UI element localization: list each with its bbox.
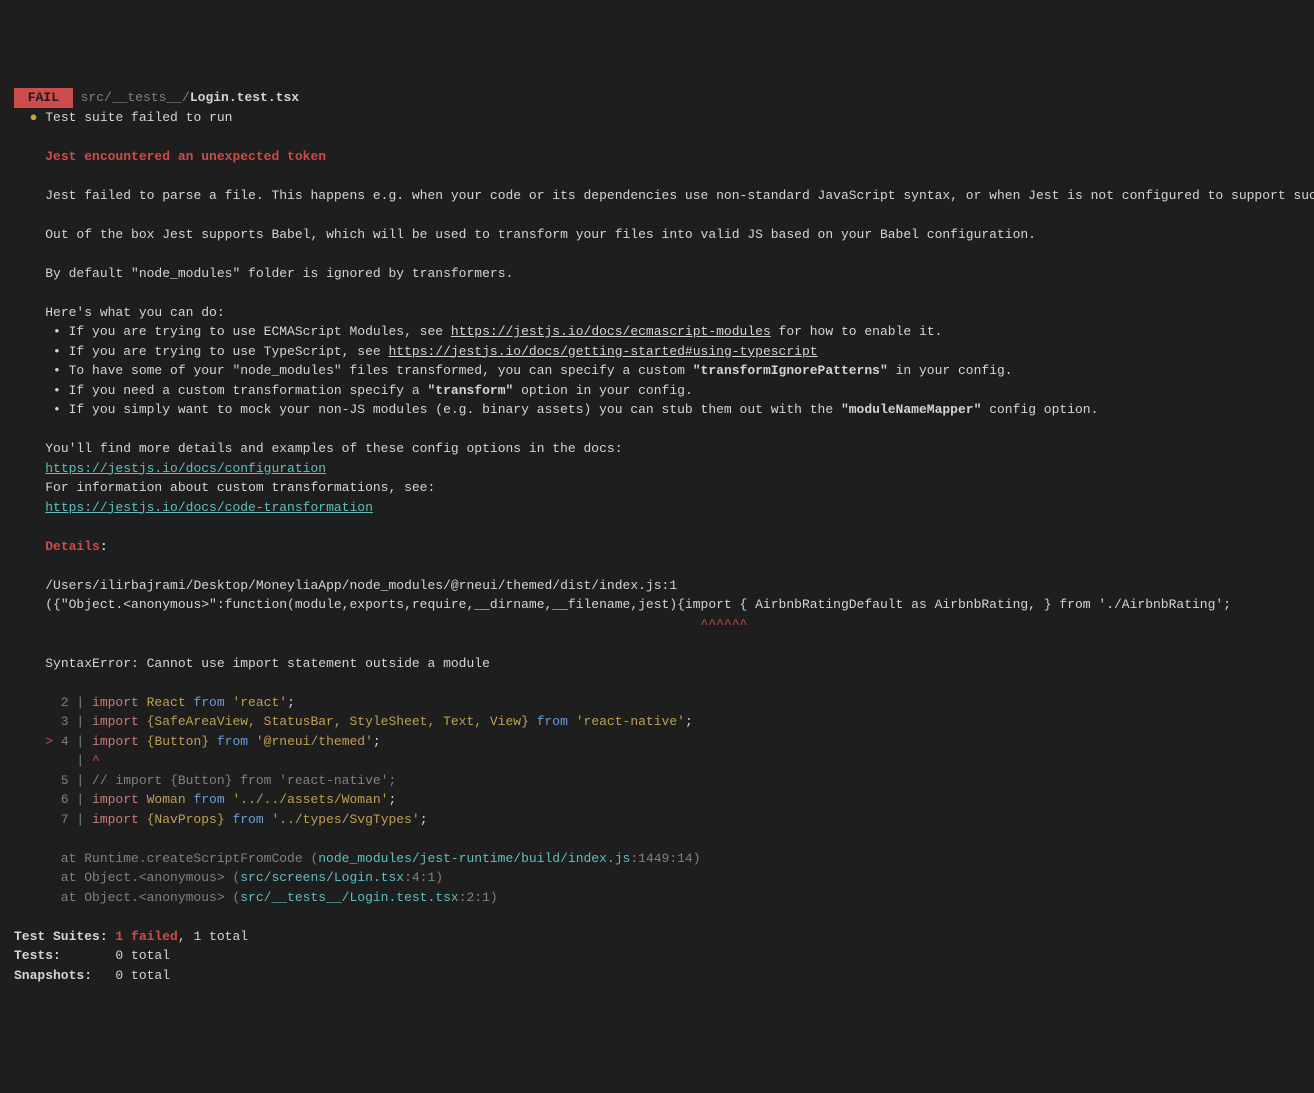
bold-transform: "transform" bbox=[427, 383, 513, 398]
kw-import: import bbox=[84, 714, 139, 729]
stack-file-1: node_modules/jest-runtime/build/index.js bbox=[318, 851, 630, 866]
kw-import: import bbox=[84, 695, 139, 710]
code-line-4b-num: | bbox=[14, 753, 84, 768]
details-colon: : bbox=[100, 539, 108, 554]
bullet-2: • If you are trying to use TypeScript, s… bbox=[45, 344, 388, 359]
str-react: 'react' bbox=[225, 695, 287, 710]
kw-import: import bbox=[84, 812, 139, 827]
bullet-1: • If you are trying to use ECMAScript Mo… bbox=[45, 324, 451, 339]
str-woman: '../../assets/Woman' bbox=[225, 792, 389, 807]
hint-intro: Here's what you can do: bbox=[45, 305, 224, 320]
link-typescript[interactable]: https://jestjs.io/docs/getting-started#u… bbox=[388, 344, 817, 359]
bullet-3: • To have some of your "node_modules" fi… bbox=[45, 363, 693, 378]
bold-transform-ignore: "transformIgnorePatterns" bbox=[693, 363, 888, 378]
summary-suites-label: Test Suites: bbox=[14, 929, 115, 944]
comment: // import {Button} from 'react-native'; bbox=[84, 773, 396, 788]
summary-snapshots-rest: 0 total bbox=[115, 968, 170, 983]
stack-line-2: at Object.<anonymous> ( bbox=[14, 870, 240, 885]
details-heading: Details bbox=[45, 539, 100, 554]
stack-file-3: src/__tests__/Login.test.tsx bbox=[240, 890, 458, 905]
str-svgtypes: '../types/SvgTypes' bbox=[264, 812, 420, 827]
link-code-transformation[interactable]: https://jestjs.io/docs/code-transformati… bbox=[45, 500, 373, 515]
summary-snapshots-label: Snapshots: bbox=[14, 968, 115, 983]
kw-import: import bbox=[84, 792, 139, 807]
details-caret: ^^^^^^ bbox=[45, 617, 747, 632]
stack-loc-2: :4:1) bbox=[404, 870, 443, 885]
bullet-icon: ● bbox=[30, 110, 38, 125]
code-line-7-num: 7 | bbox=[14, 812, 84, 827]
bullet-3-tail: in your config. bbox=[888, 363, 1013, 378]
para-1: Jest failed to parse a file. This happen… bbox=[45, 188, 1314, 203]
bullet-5: • If you simply want to mock your non-JS… bbox=[45, 402, 841, 417]
para-2: Out of the box Jest supports Babel, whic… bbox=[45, 227, 1036, 242]
stack-file-2: src/screens/Login.tsx bbox=[240, 870, 404, 885]
terminal-output: FAIL src/__tests__/Login.test.tsx ● Test… bbox=[14, 88, 1300, 985]
syntax-error: SyntaxError: Cannot use import statement… bbox=[45, 656, 490, 671]
str-rneui: '@rneui/themed' bbox=[248, 734, 373, 749]
bold-module-mapper: "moduleNameMapper" bbox=[841, 402, 981, 417]
semi: ; bbox=[287, 695, 295, 710]
docs-line-2: For information about custom transformat… bbox=[45, 480, 435, 495]
details-file: /Users/ilirbajrami/Desktop/MoneyliaApp/n… bbox=[45, 578, 677, 593]
test-path-file: Login.test.tsx bbox=[190, 90, 299, 105]
details-code: ({"Object.<anonymous>":function(module,e… bbox=[45, 597, 1231, 612]
kw-from: from bbox=[225, 812, 264, 827]
kw-from: from bbox=[209, 734, 248, 749]
ident-react: React bbox=[139, 695, 186, 710]
summary-suites-fail: 1 failed bbox=[115, 929, 177, 944]
semi: ; bbox=[420, 812, 428, 827]
semi: ; bbox=[388, 792, 396, 807]
stack-loc-1: :1449:14) bbox=[630, 851, 700, 866]
fail-badge: FAIL bbox=[14, 88, 73, 108]
code-line-6-num: 6 | bbox=[14, 792, 84, 807]
summary-tests-label: Tests: bbox=[14, 948, 115, 963]
code-line-3-num: 3 | bbox=[14, 714, 84, 729]
semi: ; bbox=[685, 714, 693, 729]
ident-group: {SafeAreaView, StatusBar, StyleSheet, Te… bbox=[139, 714, 529, 729]
stack-line-1: at Runtime.createScriptFromCode ( bbox=[14, 851, 318, 866]
bullet-1-tail: for how to enable it. bbox=[771, 324, 943, 339]
code-line-2-num: 2 | bbox=[14, 695, 84, 710]
semi: ; bbox=[373, 734, 381, 749]
bullet-4: • If you need a custom transformation sp… bbox=[45, 383, 427, 398]
summary-tests-rest: 0 total bbox=[115, 948, 170, 963]
link-configuration[interactable]: https://jestjs.io/docs/configuration bbox=[45, 461, 326, 476]
kw-from: from bbox=[186, 695, 225, 710]
kw-from: from bbox=[186, 792, 225, 807]
kw-from: from bbox=[529, 714, 568, 729]
test-path-dir: src/__tests__/ bbox=[81, 90, 190, 105]
ident-navprops: {NavProps} bbox=[139, 812, 225, 827]
caret-pointer: ^ bbox=[84, 753, 100, 768]
error-heading: Jest encountered an unexpected token bbox=[45, 149, 326, 164]
error-arrow: > bbox=[14, 734, 53, 749]
ident-button: {Button} bbox=[139, 734, 209, 749]
bullet-5-tail: config option. bbox=[981, 402, 1098, 417]
bullet-4-tail: option in your config. bbox=[513, 383, 692, 398]
str-rn: 'react-native' bbox=[568, 714, 685, 729]
stack-loc-3: :2:1) bbox=[459, 890, 498, 905]
ident-woman: Woman bbox=[139, 792, 186, 807]
code-line-5-num: 5 | bbox=[14, 773, 84, 788]
stack-line-3: at Object.<anonymous> ( bbox=[14, 890, 240, 905]
kw-import: import bbox=[84, 734, 139, 749]
para-3: By default "node_modules" folder is igno… bbox=[45, 266, 513, 281]
summary-suites-rest: , 1 total bbox=[178, 929, 248, 944]
code-line-4-num: 4 | bbox=[53, 734, 84, 749]
suite-failed-msg: Test suite failed to run bbox=[45, 110, 232, 125]
link-ecmascript[interactable]: https://jestjs.io/docs/ecmascript-module… bbox=[451, 324, 771, 339]
docs-line-1: You'll find more details and examples of… bbox=[45, 441, 622, 456]
